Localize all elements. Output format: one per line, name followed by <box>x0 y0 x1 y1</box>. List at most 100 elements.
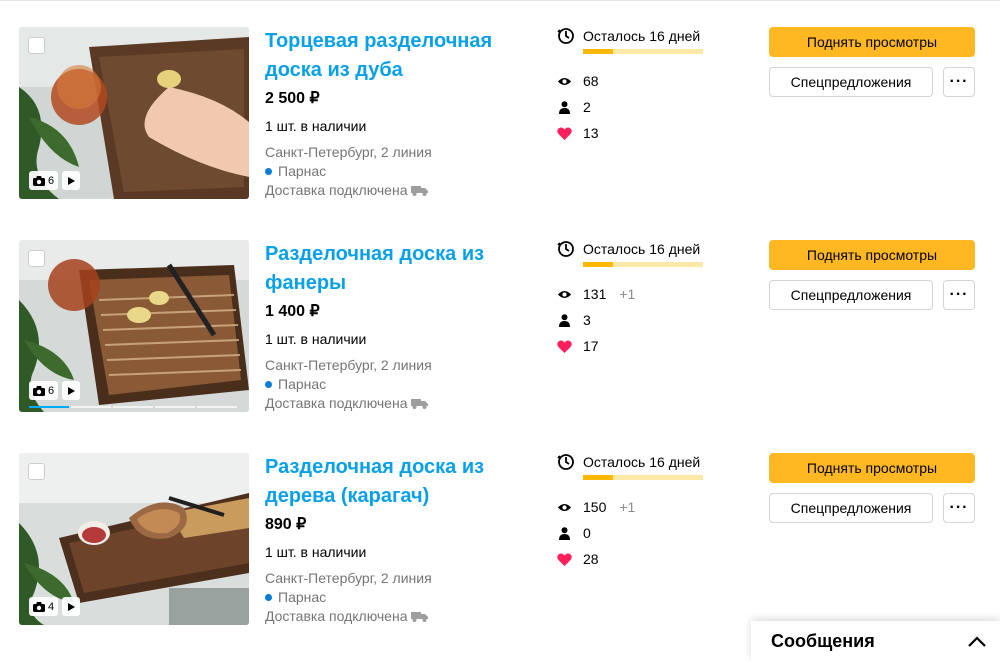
heart-icon <box>557 552 572 566</box>
slider-dot <box>155 406 195 408</box>
listing-title[interactable]: Разделочная доска из фанеры <box>265 240 535 298</box>
video-badge[interactable] <box>62 171 81 190</box>
listing-photo[interactable]: 6 <box>19 27 249 199</box>
photo-slider-indicator <box>29 406 237 408</box>
photo-count-badge: 6 <box>29 381 59 400</box>
contacts-count: 2 <box>583 99 591 115</box>
contacts-stat: 2 <box>557 94 717 120</box>
timer-icon <box>557 28 574 44</box>
camera-icon <box>33 385 45 396</box>
views-stat: 150 +1 <box>557 494 717 520</box>
favorites-count: 28 <box>583 551 599 567</box>
photo-count: 6 <box>48 384 55 397</box>
days-progress-fill <box>583 262 613 267</box>
select-checkbox[interactable] <box>28 37 45 54</box>
views-delta: +1 <box>619 499 636 515</box>
slider-dot <box>71 406 111 408</box>
select-checkbox[interactable] <box>28 250 45 267</box>
slider-dot <box>113 406 153 408</box>
eye-icon <box>557 290 572 298</box>
delivery-status: Доставка подключена <box>265 608 408 624</box>
views-stat: 131 +1 <box>557 281 717 307</box>
metro-line-dot <box>265 594 272 601</box>
views-count: 150 <box>583 499 607 515</box>
days-left-text: Осталось 16 дней <box>583 28 701 44</box>
messages-panel[interactable]: Сообщения <box>751 621 1000 661</box>
listing-quantity: 1 шт. в наличии <box>265 331 367 347</box>
favorites-stat: 17 <box>557 333 717 359</box>
favorites-stat: 13 <box>557 120 717 146</box>
truck-icon <box>411 186 429 196</box>
more-options-button[interactable]: ··· <box>943 280 975 310</box>
listing-quantity: 1 шт. в наличии <box>265 544 367 560</box>
chevron-up-icon[interactable] <box>968 635 986 647</box>
video-badge[interactable] <box>62 381 81 400</box>
play-icon <box>68 602 76 611</box>
slider-dot <box>197 406 237 408</box>
promote-views-button[interactable]: Поднять просмотры <box>769 27 975 57</box>
more-options-button[interactable]: ··· <box>943 67 975 97</box>
listing-metro: Парнас <box>265 375 535 394</box>
delivery-status: Доставка подключена <box>265 182 408 198</box>
favorites-count: 13 <box>583 125 599 141</box>
days-left: Осталось 16 дней <box>557 240 717 258</box>
camera-icon <box>33 175 45 186</box>
play-icon <box>68 386 76 395</box>
slider-dot <box>29 406 69 408</box>
days-progress-fill <box>583 475 613 480</box>
favorites-stat: 28 <box>557 546 717 572</box>
listing-photo[interactable]: 6 <box>19 240 249 412</box>
listing-location: Санкт-Петербург, 2 линия <box>265 570 432 586</box>
timer-icon <box>557 241 574 257</box>
listing-delivery: Доставка подключена <box>265 607 535 626</box>
contacts-count: 3 <box>583 312 591 328</box>
contacts-stat: 3 <box>557 307 717 333</box>
listing-title[interactable]: Разделочная доска из дерева (карагач) <box>265 453 535 511</box>
favorites-count: 17 <box>583 338 599 354</box>
listing-title[interactable]: Торцевая разделочная доска из дуба <box>265 27 535 85</box>
photo-count: 4 <box>48 600 55 613</box>
contacts-count: 0 <box>583 525 591 541</box>
listing-delivery: Доставка подключена <box>265 181 535 200</box>
promote-views-button[interactable]: Поднять просмотры <box>769 453 975 483</box>
listing-metro: Парнас <box>265 588 535 607</box>
listing-price: 890 ₽ <box>265 516 307 533</box>
play-icon <box>68 176 76 185</box>
promote-views-button[interactable]: Поднять просмотры <box>769 240 975 270</box>
timer-icon <box>557 454 574 470</box>
listing-price: 2 500 ₽ <box>265 90 320 107</box>
heart-icon <box>557 126 572 140</box>
video-badge[interactable] <box>62 597 81 616</box>
listing-metro: Парнас <box>265 162 535 181</box>
special-offers-button[interactable]: Спецпредложения <box>769 493 933 523</box>
more-options-button[interactable]: ··· <box>943 493 975 523</box>
views-count: 68 <box>583 73 599 89</box>
truck-icon <box>411 399 429 409</box>
select-checkbox[interactable] <box>28 463 45 480</box>
views-count: 131 <box>583 286 607 302</box>
person-icon <box>559 100 570 114</box>
metro-line-dot <box>265 381 272 388</box>
person-icon <box>559 313 570 327</box>
special-offers-button[interactable]: Спецпредложения <box>769 280 933 310</box>
metro-station: Парнас <box>278 376 327 392</box>
camera-icon <box>33 601 45 612</box>
listing-location: Санкт-Петербург, 2 линия <box>265 357 432 373</box>
special-offers-button[interactable]: Спецпредложения <box>769 67 933 97</box>
listing-item: 6 Разделочная доска из фанеры 1 400 ₽ 1 … <box>0 240 1000 440</box>
days-progress-fill <box>583 49 613 54</box>
days-left: Осталось 16 дней <box>557 27 717 45</box>
messages-title: Сообщения <box>771 630 875 651</box>
days-left-text: Осталось 16 дней <box>583 241 701 257</box>
listing-item: 6 Торцевая разделочная доска из дуба 2 5… <box>0 27 1000 227</box>
photo-count: 6 <box>48 174 55 187</box>
contacts-stat: 0 <box>557 520 717 546</box>
views-delta: +1 <box>619 286 636 302</box>
views-stat: 68 <box>557 68 717 94</box>
listing-delivery: Доставка подключена <box>265 394 535 413</box>
heart-icon <box>557 339 572 353</box>
listing-photo[interactable]: 4 <box>19 453 249 625</box>
listing-price: 1 400 ₽ <box>265 303 320 320</box>
eye-icon <box>557 77 572 85</box>
days-progress-bar <box>583 49 703 54</box>
